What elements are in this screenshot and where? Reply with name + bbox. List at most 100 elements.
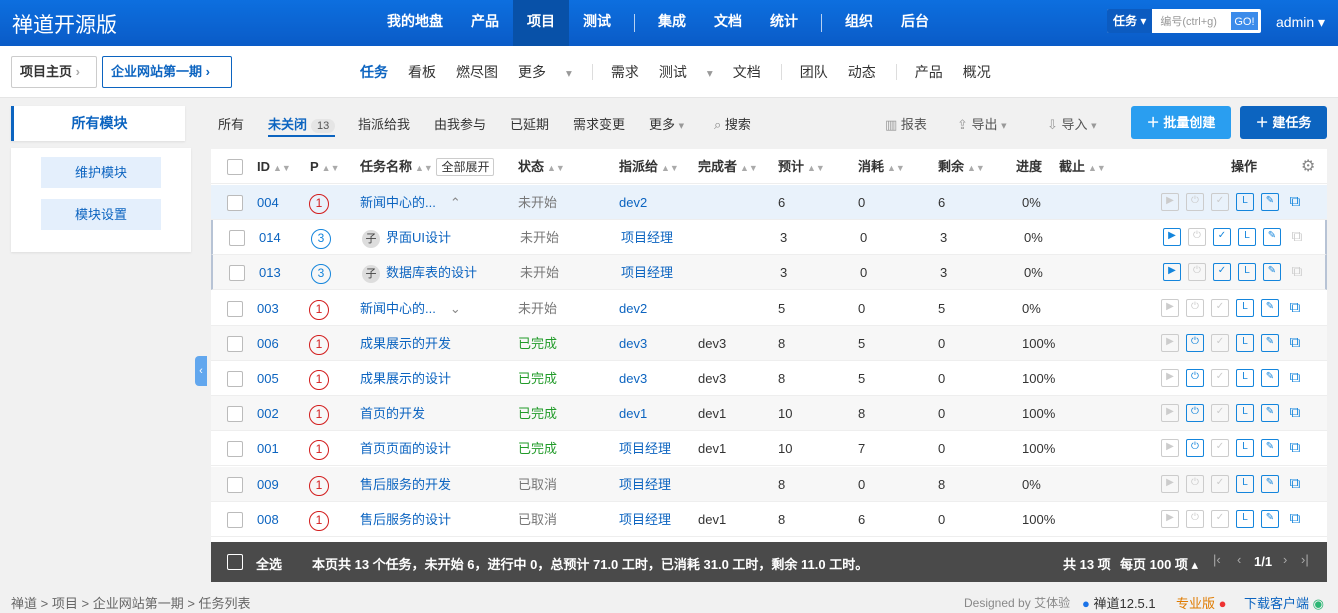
col-consumed[interactable]: 消耗 ▲▼	[858, 149, 905, 184]
expand-all-button[interactable]: 全部展开	[436, 158, 495, 176]
task-id-link[interactable]: 003	[257, 291, 279, 326]
row-checkbox[interactable]	[227, 195, 243, 211]
start-icon[interactable]: ▶	[1161, 193, 1179, 211]
report-button[interactable]: ▥ 报表	[885, 114, 927, 133]
task-name-link[interactable]: 售后服务的开发	[360, 477, 451, 492]
finish-icon[interactable]: ✓	[1213, 228, 1231, 246]
edit-icon[interactable]: ✎	[1263, 228, 1281, 246]
assigned-to-link[interactable]: dev1	[619, 396, 647, 431]
nav-product[interactable]: 产品	[457, 0, 513, 46]
task-name-link[interactable]: 新闻中心的...	[360, 195, 436, 210]
tab-story[interactable]: 需求	[611, 62, 639, 82]
start-icon[interactable]: ▶	[1163, 228, 1181, 246]
nav-ci[interactable]: 集成	[644, 0, 700, 46]
assigned-to-link[interactable]: dev3	[619, 326, 647, 361]
start-icon[interactable]: ▶	[1161, 299, 1179, 317]
col-estimate[interactable]: 预计 ▲▼	[778, 149, 825, 184]
user-menu[interactable]: admin ▾	[1276, 14, 1325, 31]
tab-overview[interactable]: 概况	[963, 62, 991, 82]
search-input[interactable]: 编号(ctrl+g)	[1152, 13, 1230, 29]
task-id-link[interactable]: 008	[257, 502, 279, 537]
assigned-to-link[interactable]: dev2	[619, 291, 647, 326]
record-hours-icon[interactable]: L	[1236, 299, 1254, 317]
assigned-to-link[interactable]: dev3	[619, 361, 647, 396]
maintain-modules-button[interactable]: 维护模块	[41, 157, 161, 188]
start-icon[interactable]: ▶	[1163, 263, 1181, 281]
pro-edition-link[interactable]: 专业版 ●	[1176, 593, 1227, 612]
finish-icon[interactable]: ✓	[1211, 334, 1229, 352]
sidebar-toggle[interactable]: ‹	[195, 356, 207, 386]
subtask-tree-icon[interactable]: ⧉	[1286, 369, 1304, 387]
record-hours-icon[interactable]: L	[1238, 228, 1256, 246]
task-name-link[interactable]: 成果展示的设计	[360, 371, 451, 386]
crumb-project[interactable]: 项目	[52, 596, 78, 611]
task-name-link[interactable]: 成果展示的开发	[360, 336, 451, 351]
nav-doc[interactable]: 文档	[700, 0, 756, 46]
last-page-icon[interactable]: ›|	[1301, 552, 1309, 567]
task-id-link[interactable]: 006	[257, 326, 279, 361]
breadcrumb-project-home[interactable]: 项目主页 ›	[11, 56, 97, 88]
assigned-to-link[interactable]: 项目经理	[619, 502, 671, 537]
tab-more[interactable]: 更多 ▾	[518, 62, 572, 82]
expand-icon[interactable]: ⌄	[450, 301, 461, 316]
assigned-to-link[interactable]: 项目经理	[621, 220, 673, 255]
version[interactable]: ● 禅道12.5.1	[1082, 593, 1156, 612]
col-left[interactable]: 剩余 ▲▼	[938, 149, 985, 184]
close-task-icon[interactable]: ⏻	[1186, 334, 1204, 352]
batch-create-button[interactable]: ＋ 批量创建	[1131, 106, 1231, 139]
record-hours-icon[interactable]: L	[1236, 369, 1254, 387]
tab-test[interactable]: 测试 ▾	[659, 62, 713, 82]
next-page-icon[interactable]: ›	[1283, 552, 1287, 567]
col-assigned[interactable]: 指派给 ▲▼	[619, 149, 679, 184]
col-status[interactable]: 状态 ▲▼	[518, 149, 565, 184]
crumb-zentao[interactable]: 禅道	[11, 596, 37, 611]
task-name-link[interactable]: 售后服务的设计	[360, 512, 451, 527]
subtask-tree-icon[interactable]: ⧉	[1286, 510, 1304, 528]
subtask-tree-icon[interactable]: ⧉	[1288, 228, 1306, 246]
nav-admin[interactable]: 后台	[887, 0, 943, 46]
collapse-icon[interactable]: ⌃	[450, 195, 461, 210]
module-settings-button[interactable]: 模块设置	[41, 199, 161, 230]
col-id[interactable]: ID ▲▼	[257, 149, 291, 184]
export-button[interactable]: ⇪ 导出 ▾	[957, 114, 1007, 133]
assigned-to-link[interactable]: 项目经理	[621, 255, 673, 290]
nav-project[interactable]: 项目	[513, 0, 569, 46]
task-name-link[interactable]: 界面UI设计	[386, 230, 451, 245]
filter-more[interactable]: 更多 ▾	[649, 114, 684, 133]
edit-icon[interactable]: ✎	[1261, 510, 1279, 528]
download-client-link[interactable]: 下载客户端 ◉	[1244, 593, 1324, 612]
col-deadline[interactable]: 截止 ▲▼	[1059, 149, 1106, 184]
finish-icon[interactable]: ✓	[1213, 263, 1231, 281]
close-task-icon[interactable]: ⏻	[1186, 369, 1204, 387]
filter-all[interactable]: 所有	[218, 114, 244, 133]
edit-icon[interactable]: ✎	[1261, 404, 1279, 422]
per-page-select[interactable]: 每页 100 项 ▴	[1120, 554, 1198, 573]
start-icon[interactable]: ▶	[1161, 510, 1179, 528]
task-id-link[interactable]: 004	[257, 185, 279, 220]
tab-kanban[interactable]: 看板	[408, 62, 436, 82]
search-toggle[interactable]: ⌕ 搜索	[714, 114, 751, 133]
close-task-icon[interactable]: ⏻	[1186, 475, 1204, 493]
tab-team[interactable]: 团队	[800, 62, 828, 82]
tab-burn[interactable]: 燃尽图	[456, 62, 498, 82]
edit-icon[interactable]: ✎	[1261, 334, 1279, 352]
app-logo[interactable]: 禅道开源版	[12, 9, 117, 39]
close-task-icon[interactable]: ⏻	[1188, 263, 1206, 281]
row-checkbox[interactable]	[229, 230, 245, 246]
filter-unclosed[interactable]: 未关闭 13	[268, 114, 336, 137]
task-name-link[interactable]: 新闻中心的...	[360, 301, 436, 316]
row-checkbox[interactable]	[227, 477, 243, 493]
finish-icon[interactable]: ✓	[1211, 404, 1229, 422]
nav-org[interactable]: 组织	[831, 0, 887, 46]
row-checkbox[interactable]	[229, 265, 245, 281]
assigned-to-link[interactable]: 项目经理	[619, 431, 671, 466]
finish-icon[interactable]: ✓	[1211, 299, 1229, 317]
close-task-icon[interactable]: ⏻	[1186, 404, 1204, 422]
close-task-icon[interactable]: ⏻	[1186, 193, 1204, 211]
col-name[interactable]: 任务名称 ▲▼ 全部展开	[360, 149, 495, 184]
tab-tasks[interactable]: 任务	[360, 62, 388, 82]
subtask-tree-icon[interactable]: ⧉	[1286, 299, 1304, 317]
record-hours-icon[interactable]: L	[1238, 263, 1256, 281]
start-icon[interactable]: ▶	[1161, 334, 1179, 352]
record-hours-icon[interactable]: L	[1236, 404, 1254, 422]
